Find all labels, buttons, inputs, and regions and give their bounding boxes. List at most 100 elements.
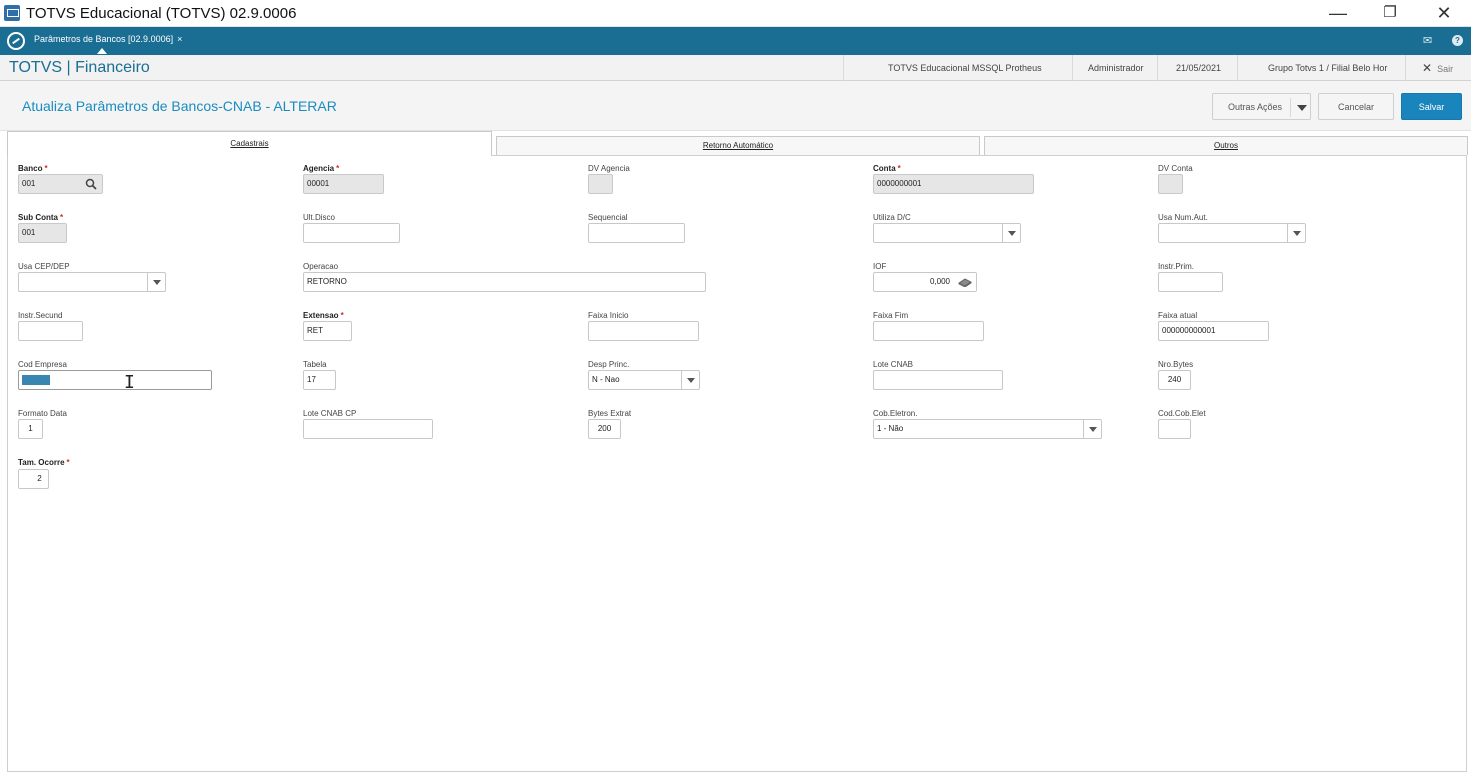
tabela-input[interactable]: 17 xyxy=(303,370,336,390)
field-label: Cod.Cob.Elet xyxy=(1158,409,1206,418)
field-label: Utiliza D/C xyxy=(873,213,911,222)
minimize-button[interactable]: — xyxy=(1320,2,1356,24)
field-label: Sub Conta xyxy=(18,213,58,222)
dv-agencia-input[interactable] xyxy=(588,174,613,194)
date-label: 21/05/2021 xyxy=(1176,63,1222,73)
faixa-atual-input[interactable]: 000000000001 xyxy=(1158,321,1269,341)
field-dv-conta: DV Conta xyxy=(1158,164,1218,196)
tab-retorno-automatico[interactable]: Retorno Automático xyxy=(496,136,980,155)
field-label: Agencia xyxy=(303,164,335,173)
desp-princ-select[interactable]: N - Nao xyxy=(588,370,700,390)
divider xyxy=(1157,55,1158,81)
field-operacao: Operacao RETORNO xyxy=(303,262,708,294)
field-label: Formato Data xyxy=(18,409,67,418)
mail-icon[interactable]: ✉ xyxy=(1423,34,1432,47)
agencia-input[interactable]: 00001 xyxy=(303,174,384,194)
field-label: Faixa atual xyxy=(1158,311,1198,320)
help-icon[interactable]: ? xyxy=(1452,35,1463,46)
field-formato-data: Formato Data 1 xyxy=(18,409,78,441)
chevron-down-icon[interactable] xyxy=(681,371,699,389)
program-tab[interactable]: Parâmetros de Bancos [02.9.0006] × xyxy=(34,34,182,44)
tam-ocorre-input[interactable]: 2 xyxy=(18,469,49,489)
more-actions-label: Outras Ações xyxy=(1228,102,1283,112)
instr-secund-input[interactable] xyxy=(18,321,83,341)
utiliza-dc-select[interactable] xyxy=(873,223,1021,243)
form-panel: Banco * 001 Agencia * 00001 DV Agencia Con… xyxy=(7,155,1467,772)
lote-cnab-input[interactable] xyxy=(873,370,1003,390)
faixa-fim-input[interactable] xyxy=(873,321,984,341)
field-bytes-extrat: Bytes Extrat 200 xyxy=(588,409,648,441)
divider xyxy=(1405,55,1406,81)
usa-cep-dep-select[interactable] xyxy=(18,272,166,292)
field-label: Lote CNAB CP xyxy=(303,409,357,418)
bytes-extrat-input[interactable]: 200 xyxy=(588,419,621,439)
field-banco: Banco * 001 xyxy=(18,164,108,196)
field-label: Faixa Inicio xyxy=(588,311,629,320)
field-faixa-inicio: Faixa Inicio xyxy=(588,311,703,343)
chevron-down-icon[interactable] xyxy=(147,273,165,291)
more-actions-button[interactable]: Outras Ações xyxy=(1212,93,1311,120)
close-tab-icon[interactable]: × xyxy=(177,34,182,44)
exit-label: Sair xyxy=(1437,64,1454,74)
sequencial-input[interactable] xyxy=(588,223,685,243)
tab-cadastrais[interactable]: Cadastrais xyxy=(7,131,492,156)
cob-eletron-select[interactable]: 1 - Não xyxy=(873,419,1102,439)
text-selection xyxy=(22,375,50,385)
field-label: Cob.Eletron. xyxy=(873,409,918,418)
operacao-input[interactable]: RETORNO xyxy=(303,272,706,292)
restore-button[interactable]: ❐ xyxy=(1372,2,1408,24)
faixa-inicio-input[interactable] xyxy=(588,321,699,341)
field-label: Operacao xyxy=(303,262,339,271)
user-label: Administrador xyxy=(1088,63,1144,73)
module-bar: TOTVS | Financeiro TOTVS Educacional MSS… xyxy=(0,55,1471,81)
window-title: TOTVS Educacional (TOTVS) 02.9.0006 xyxy=(26,5,297,22)
chevron-down-icon[interactable] xyxy=(1287,224,1305,242)
calculator-icon[interactable] xyxy=(958,277,972,287)
dv-conta-input[interactable] xyxy=(1158,174,1183,194)
field-iof: IOF 0,000 xyxy=(873,262,978,294)
field-sequencial: Sequencial xyxy=(588,213,688,245)
field-faixa-fim: Faixa Fim xyxy=(873,311,988,343)
cod-empresa-input[interactable] xyxy=(18,370,212,390)
search-icon[interactable] xyxy=(85,178,97,190)
field-lote-cnab: Lote CNAB xyxy=(873,360,1003,392)
usa-num-aut-select[interactable] xyxy=(1158,223,1306,243)
required-star: * xyxy=(340,311,344,320)
lote-cnab-cp-input[interactable] xyxy=(303,419,433,439)
extensao-input[interactable]: RET xyxy=(303,321,352,341)
ult-disco-input[interactable] xyxy=(303,223,400,243)
field-label: Conta xyxy=(873,164,896,173)
cod-cob-elet-input[interactable] xyxy=(1158,419,1191,439)
formato-data-input[interactable]: 1 xyxy=(18,419,43,439)
chevron-down-icon[interactable] xyxy=(1083,420,1101,438)
conta-input[interactable]: 0000000001 xyxy=(873,174,1034,194)
exit-button[interactable]: ✕ Sair xyxy=(1422,61,1453,75)
instr-prim-input[interactable] xyxy=(1158,272,1223,292)
tab-outros[interactable]: Outros xyxy=(984,136,1468,155)
field-instr-prim: Instr.Prim. xyxy=(1158,262,1228,294)
divider xyxy=(1237,55,1238,81)
field-label: DV Conta xyxy=(1158,164,1193,173)
field-label: Banco xyxy=(18,164,43,173)
field-label: Lote CNAB xyxy=(873,360,914,369)
required-star: * xyxy=(60,213,64,222)
chevron-down-icon[interactable] xyxy=(1002,224,1020,242)
divider xyxy=(843,55,844,81)
cancel-button[interactable]: Cancelar xyxy=(1318,93,1394,120)
field-label: Ult.Disco xyxy=(303,213,336,222)
required-star: * xyxy=(336,164,340,173)
field-label: Usa Num.Aut. xyxy=(1158,213,1208,222)
sub-conta-input[interactable]: 001 xyxy=(18,223,67,243)
divider xyxy=(1290,98,1291,117)
close-window-button[interactable]: ✕ xyxy=(1426,2,1462,24)
banco-input[interactable]: 001 xyxy=(18,174,103,194)
field-label: Cod Empresa xyxy=(18,360,67,369)
iof-input[interactable]: 0,000 xyxy=(873,272,977,292)
field-label: Tam. Ocorre xyxy=(18,458,65,467)
totvs-logo-icon[interactable] xyxy=(7,32,25,50)
field-faixa-atual: Faixa atual 000000000001 xyxy=(1158,311,1273,343)
nro-bytes-input[interactable]: 240 xyxy=(1158,370,1191,390)
save-button[interactable]: Salvar xyxy=(1401,93,1462,120)
field-extensao: Extensao * RET xyxy=(303,311,363,343)
required-star: * xyxy=(66,458,70,467)
